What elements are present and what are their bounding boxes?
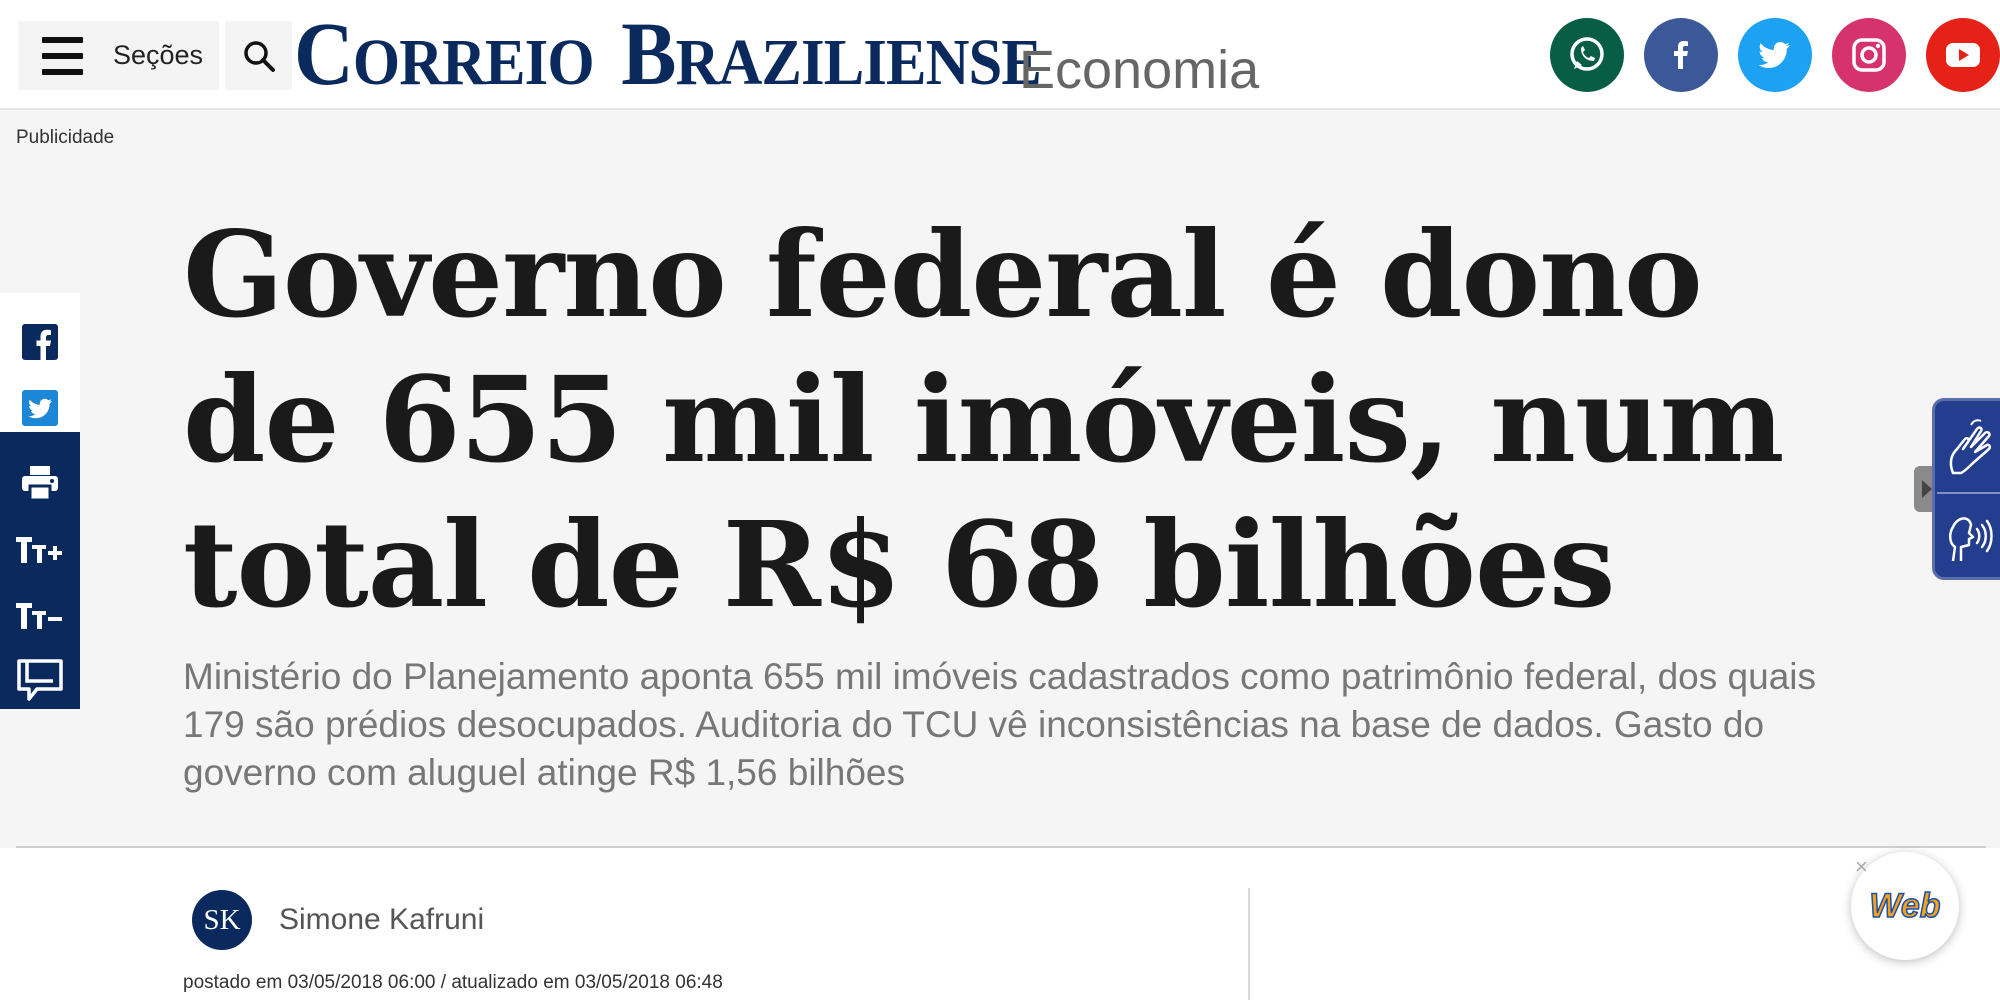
site-logo[interactable]: C ORREIO B RAZILIENSE — [294, 5, 1042, 104]
advertising-label: Publicidade — [16, 127, 115, 148]
print-icon[interactable] — [0, 450, 80, 516]
author-name-link[interactable]: Simone Kafruni — [279, 903, 484, 937]
search-button[interactable] — [225, 21, 292, 90]
byline-vertical-divider — [1248, 888, 1250, 1000]
article-byline: SK Simone Kafruni postado em 03/05/2018 … — [0, 848, 2000, 1000]
audio-speech-icon[interactable] — [1943, 503, 1995, 570]
share-toolbar — [0, 293, 80, 709]
whatsapp-icon[interactable] — [1550, 18, 1624, 92]
article-subtitle: Ministério do Planejamento aponta 655 mi… — [183, 656, 1816, 793]
instagram-icon[interactable] — [1832, 18, 1906, 92]
font-increase-icon[interactable] — [0, 516, 80, 582]
article-headline: Governo federal é dono de 655 mil imóvei… — [183, 205, 1785, 634]
search-icon — [243, 40, 275, 72]
sections-menu-label: Seções — [113, 40, 204, 70]
hamburger-icon — [42, 36, 83, 75]
twitter-icon[interactable] — [1738, 18, 1812, 92]
vlibras-separator — [1937, 492, 2000, 494]
web-logo-text: Web — [1869, 886, 1942, 926]
comments-icon[interactable] — [0, 648, 80, 714]
logo-word-correio: ORREIO — [352, 26, 595, 99]
sign-language-hands-icon[interactable] — [1943, 415, 1995, 482]
site-header: Seções C ORREIO B RAZILIENSE Economia — [0, 0, 2000, 110]
author-avatar[interactable]: SK — [192, 890, 252, 950]
post-timestamp: postado em 03/05/2018 06:00 / atualizado… — [183, 972, 723, 993]
floating-widget-close-icon[interactable]: × — [1855, 856, 1868, 878]
logo-word-braziliense: RAZILIENSE — [675, 26, 1042, 99]
sections-menu-button[interactable]: Seções — [18, 21, 219, 90]
social-links — [1530, 18, 2000, 92]
facebook-icon[interactable] — [1644, 18, 1718, 92]
logo-initial-b: B — [621, 5, 676, 104]
section-name-link[interactable]: Economia — [1019, 37, 1259, 103]
logo-initial-c: C — [294, 5, 354, 104]
youtube-icon[interactable] — [1926, 18, 2000, 92]
vlibras-panel — [1932, 398, 2000, 580]
article-hero: Publicidade Governo federal é dono de 65… — [0, 110, 2000, 848]
vlibras-accessibility-widget[interactable] — [1910, 398, 2000, 580]
font-decrease-icon[interactable] — [0, 582, 80, 648]
facebook-share-icon[interactable] — [0, 309, 80, 375]
